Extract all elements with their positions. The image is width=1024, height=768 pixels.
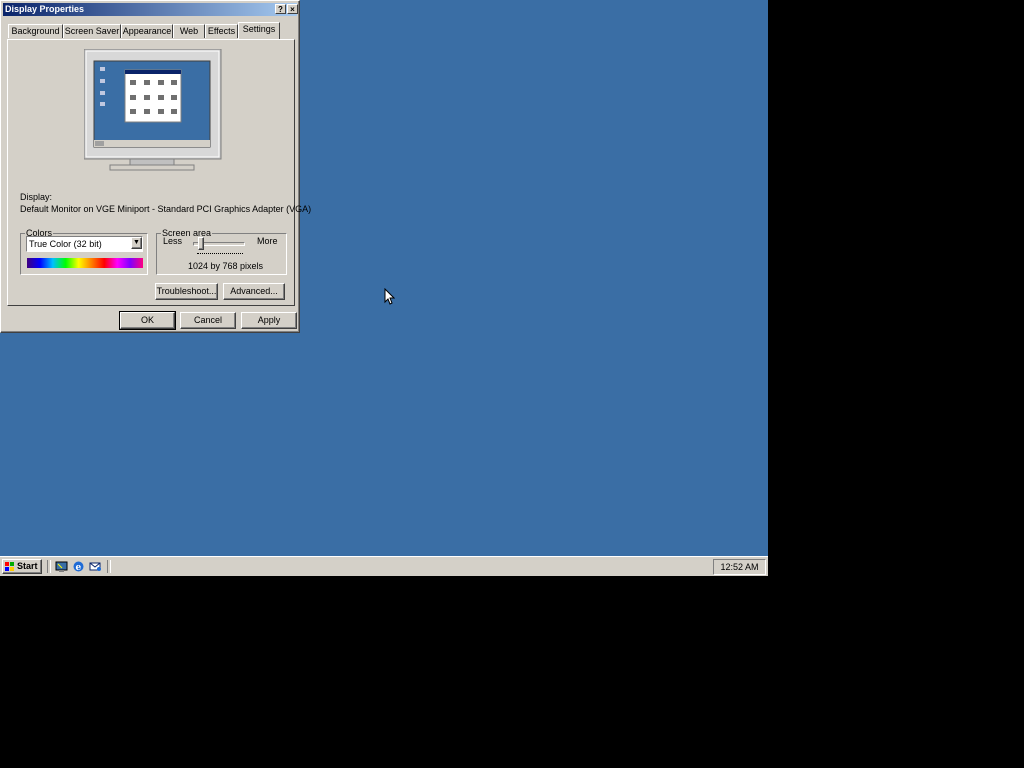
svg-text:e: e — [76, 563, 82, 573]
windows-logo-icon — [5, 562, 14, 571]
display-value: Default Monitor on VGE Miniport - Standa… — [20, 204, 312, 214]
colors-selected: True Color (32 bit) — [29, 239, 102, 249]
system-clock: 12:52 AM — [713, 559, 766, 575]
start-button[interactable]: Start — [2, 559, 42, 574]
more-label: More — [257, 236, 278, 246]
monitor-preview — [83, 48, 222, 177]
cancel-button[interactable]: Cancel — [180, 312, 236, 329]
less-label: Less — [163, 236, 183, 246]
slider-ticks — [197, 253, 243, 256]
help-button[interactable]: ? — [275, 4, 286, 14]
tab-background[interactable]: Background — [8, 24, 63, 38]
dialog-title: Display Properties — [5, 4, 85, 14]
apply-button[interactable]: Apply — [241, 312, 297, 329]
taskbar-separator — [107, 560, 111, 573]
ok-button[interactable]: OK — [119, 311, 176, 330]
colors-dropdown[interactable]: True Color (32 bit) ▼ — [26, 236, 143, 252]
chevron-down-icon[interactable]: ▼ — [131, 237, 142, 249]
screen-area-slider[interactable] — [197, 237, 204, 250]
tab-web[interactable]: Web — [173, 24, 205, 38]
start-label: Start — [17, 561, 38, 571]
advanced-button[interactable]: Advanced... — [223, 283, 285, 300]
title-bar[interactable]: Display Properties ? × — [3, 3, 298, 16]
tab-strip: Background Screen Saver Appearance Web E… — [8, 22, 298, 39]
internet-explorer-icon[interactable]: e — [72, 560, 85, 573]
mouse-cursor-icon — [384, 288, 395, 305]
tab-screen-saver[interactable]: Screen Saver — [63, 24, 121, 38]
display-label: Display: — [20, 192, 53, 202]
close-button[interactable]: × — [287, 4, 298, 14]
tab-appearance[interactable]: Appearance — [121, 24, 173, 38]
color-spectrum-bar — [27, 258, 143, 268]
outlook-express-icon[interactable] — [89, 560, 102, 573]
taskbar: Start e 12:52 AM — [0, 556, 768, 576]
settings-panel: Display: Default Monitor on VGE Miniport… — [7, 39, 311, 306]
taskbar-separator — [47, 560, 51, 573]
display-properties-dialog: Display Properties ? × Background Screen… — [0, 0, 311, 333]
tab-effects[interactable]: Effects — [205, 24, 238, 38]
troubleshoot-button[interactable]: Troubleshoot... — [155, 283, 218, 300]
desktop[interactable]: Display Properties ? × Background Screen… — [0, 0, 768, 576]
tab-settings[interactable]: Settings — [238, 22, 280, 39]
resolution-value: 1024 by 768 pixels — [188, 261, 264, 271]
show-desktop-icon[interactable] — [55, 560, 68, 573]
